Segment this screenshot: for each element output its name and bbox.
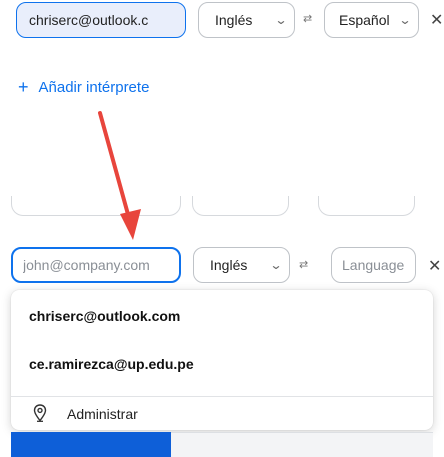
dropdown-divider [11,396,433,397]
add-interpreter-link[interactable]: + Añadir intérprete [18,78,149,96]
suggestion-item[interactable]: chriserc@outlook.com [11,294,433,338]
email-suggestions-dropdown: chriserc@outlook.com ce.ramirezca@up.edu… [11,290,433,430]
row1-close-icon[interactable]: ✕ [430,10,443,30]
row1-source-language-value: Inglés [215,12,253,28]
primary-action-bar[interactable] [11,432,171,457]
chevron-down-icon: ⌄ [274,13,288,27]
row2-close-icon[interactable]: ✕ [428,256,441,276]
row1-email-value: chriserc@outlook.c [29,12,149,28]
suggestion-item[interactable]: ce.ramirezca@up.edu.pe [11,342,433,386]
chevron-down-icon: ⌄ [269,258,283,272]
suggestion-email: ce.ramirezca@up.edu.pe [29,356,194,372]
row1-target-language-value: Español [339,12,390,28]
row1-target-language-select[interactable]: Español ⌄ [324,2,419,38]
hidden-row-target-edge [318,196,415,216]
row1-email-field[interactable]: chriserc@outlook.c [16,2,186,38]
suggestion-email: chriserc@outlook.com [29,308,181,324]
location-pin-icon [33,403,47,425]
hidden-row-email-edge [11,196,181,216]
manage-button[interactable]: Administrar [11,398,433,430]
swap-icon[interactable]: ⇄ [303,12,312,25]
row2-source-language-value: Inglés [210,257,248,273]
row2-source-language-select[interactable]: Inglés ⌄ [193,247,290,283]
row1-source-language-select[interactable]: Inglés ⌄ [198,2,295,38]
add-interpreter-label: Añadir intérprete [38,78,150,96]
swap-icon[interactable]: ⇄ [299,258,308,271]
row2-email-input[interactable] [11,247,181,283]
secondary-action-bar[interactable] [171,432,433,457]
manage-label: Administrar [67,406,138,422]
plus-icon: + [18,77,29,97]
hidden-row-source-edge [192,196,289,216]
chevron-down-icon: ⌄ [398,13,412,27]
row2-target-language-input[interactable] [331,247,416,283]
